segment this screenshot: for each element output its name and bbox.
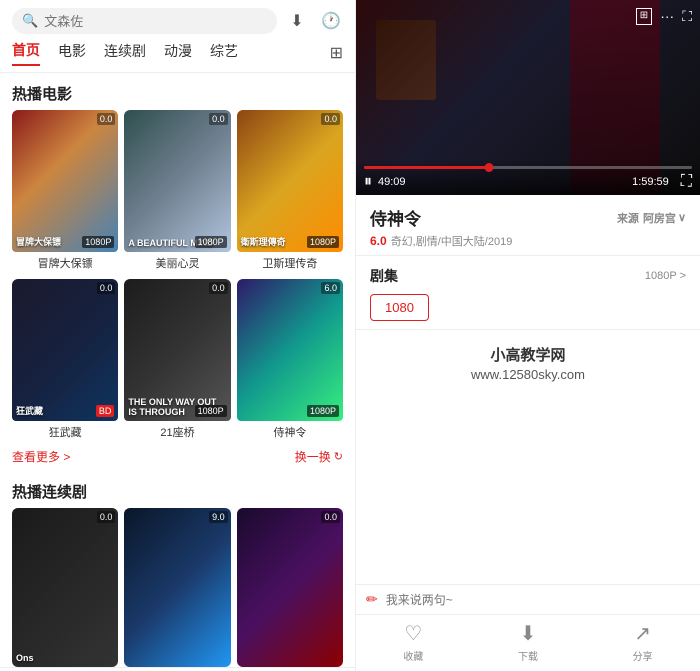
watermark-title: 小高教学网 — [370, 344, 686, 365]
search-magnifier-icon: 🔍 — [22, 13, 38, 29]
more-icon[interactable]: ··· — [660, 8, 674, 25]
tab-home[interactable]: 首页 — [12, 40, 40, 66]
episodes-label: 剧集 — [370, 266, 398, 286]
hot-series-title: 热播连续剧 — [0, 471, 355, 508]
movie-title-5: 21座桥 — [124, 421, 230, 442]
control-row: ⏸ 49:09 1:59:59 ⛶ — [364, 173, 692, 191]
share-label: 分享 — [633, 648, 653, 663]
action-row: 查看更多 > 换一换 ↻ — [0, 442, 355, 471]
search-input[interactable]: 文森佐 — [44, 14, 267, 29]
search-input-wrap[interactable]: 🔍 文森佐 — [12, 8, 277, 34]
episodes-section: 剧集 1080P > 1080 — [356, 256, 700, 330]
download-action[interactable]: ⬇ 下载 — [518, 621, 538, 663]
episodes-quality[interactable]: 1080P > — [645, 270, 686, 282]
movie-badge-1: 1080P — [82, 236, 114, 248]
movie-main-title: 侍神令 — [370, 205, 421, 230]
series-overlay-1: Ons — [16, 653, 114, 663]
fullscreen-icon[interactable]: ⛶ — [682, 8, 692, 25]
rating-score: 6.0 — [370, 234, 387, 248]
movie-title-2: 美丽心灵 — [124, 252, 230, 273]
series-card-3[interactable]: 0.0 — [237, 508, 343, 668]
replace-text: 换一换 — [295, 448, 331, 465]
series-score-2: 9.0 — [209, 511, 228, 523]
video-player[interactable]: ⊞ ··· ⛶ ⏸ 49:09 1:59:59 ⛶ — [356, 0, 700, 195]
episodes-header: 剧集 1080P > — [370, 266, 686, 286]
player-top-icons: ⊞ ··· ⛶ — [636, 8, 692, 25]
movie-badge-3: 1080P — [307, 236, 339, 248]
source-row: 来源 阿房宫 ∨ — [617, 210, 686, 226]
movie-card-5[interactable]: 0.0 THE ONLY WAY OUT IS THROUGH 1080P 21… — [124, 279, 230, 442]
movie-badge-2: 1080P — [195, 236, 227, 248]
movie-title-3: 卫斯理传奇 — [237, 252, 343, 273]
movies-grid: 0.0 冒牌大保镖 1080P 冒牌大保镖 0.0 A BEAUTIFUL MI… — [0, 110, 355, 442]
favorite-label: 收藏 — [403, 648, 423, 663]
total-time: 1:59:59 — [632, 176, 669, 188]
replace-link[interactable]: 换一换 ↻ — [295, 448, 343, 465]
search-icons: ⬇ 🕐 — [285, 9, 343, 33]
favorite-action[interactable]: ♡ 收藏 — [403, 621, 423, 663]
progress-fill — [364, 166, 489, 169]
left-panel: 🔍 文森佐 ⬇ 🕐 首页 电影 连续剧 动漫 综艺 ⊞ 热播电影 0.0 冒牌大… — [0, 0, 355, 671]
tab-variety[interactable]: 综艺 — [210, 41, 238, 65]
share-action[interactable]: ↗ 分享 — [633, 621, 653, 663]
tab-anime[interactable]: 动漫 — [164, 41, 192, 65]
screenshot-icon[interactable]: ⊞ — [636, 8, 652, 25]
source-user[interactable]: 阿房宫 ∨ — [643, 210, 686, 226]
movie-card-1[interactable]: 0.0 冒牌大保镖 1080P 冒牌大保镖 — [12, 110, 118, 273]
movie-title-6: 侍神令 — [237, 421, 343, 442]
view-more-link[interactable]: 查看更多 > — [12, 448, 70, 465]
movie-card-2[interactable]: 0.0 A BEAUTIFUL MIND 1080P 美丽心灵 — [124, 110, 230, 273]
nav-tabs: 首页 电影 连续剧 动漫 综艺 ⊞ — [0, 40, 355, 73]
heart-icon: ♡ — [404, 621, 422, 646]
refresh-icon: ↻ — [334, 450, 343, 463]
chevron-down-icon: ∨ — [678, 211, 686, 224]
progress-bar[interactable] — [364, 166, 692, 169]
comment-input[interactable] — [386, 593, 690, 607]
series-card-2[interactable]: 9.0 — [124, 508, 230, 668]
comment-row: ✏ — [356, 584, 700, 614]
grid-layout-icon[interactable]: ⊞ — [330, 43, 343, 63]
play-pause-button[interactable]: ⏸ — [364, 173, 372, 191]
pencil-icon: ✏ — [366, 591, 378, 608]
rating-tags: 奇幻,剧情/中国大陆/2019 — [391, 233, 513, 249]
download-icon[interactable]: ⬇ — [285, 9, 309, 33]
watermark: 小高教学网 www.12580sky.com — [356, 330, 700, 388]
movie-info: 侍神令 来源 阿房宫 ∨ 6.0 奇幻,剧情/中国大陆/2019 — [356, 195, 700, 256]
share-icon: ↗ — [634, 621, 651, 646]
source-user-name: 阿房宫 — [643, 210, 676, 226]
video-controls: ⏸ 49:09 1:59:59 ⛶ — [356, 160, 700, 195]
tab-movies[interactable]: 电影 — [58, 41, 86, 65]
series-card-1[interactable]: 0.0 Ons — [12, 508, 118, 668]
search-bar: 🔍 文森佐 ⬇ 🕐 — [0, 0, 355, 40]
download-action-icon: ⬇ — [520, 621, 537, 646]
movie-card-4[interactable]: 0.0 狂武藏 BD 狂武藏 — [12, 279, 118, 442]
movie-badge-4: BD — [96, 405, 115, 417]
source-label: 来源 — [617, 210, 639, 226]
movie-score-6: 6.0 — [321, 282, 340, 294]
movie-card-6[interactable]: 6.0 1080P 侍神令 — [237, 279, 343, 442]
current-time: 49:09 — [378, 176, 406, 188]
movie-card-3[interactable]: 0.0 衛斯理傳奇 1080P 卫斯理传奇 — [237, 110, 343, 273]
movie-badge-6: 1080P — [307, 405, 339, 417]
view-more-text: 查看更多 > — [12, 448, 70, 465]
watermark-url: www.12580sky.com — [370, 367, 686, 382]
episode-1080-button[interactable]: 1080 — [370, 294, 429, 321]
download-label: 下载 — [518, 648, 538, 663]
movie-rating-row: 6.0 奇幻,剧情/中国大陆/2019 — [370, 233, 686, 249]
progress-dot — [484, 163, 493, 172]
movie-title-1: 冒牌大保镖 — [12, 252, 118, 273]
series-grid: 0.0 Ons 9.0 0.0 — [0, 508, 355, 668]
series-score-3: 0.0 — [321, 511, 340, 523]
bottom-nav: 🏠 首页 ⊞ 分类 ◎ 发现 📋 任务 👤 我的 — [0, 667, 355, 671]
fullscreen-button[interactable]: ⛶ — [681, 173, 692, 191]
right-bottom-actions: ♡ 收藏 ⬇ 下载 ↗ 分享 — [356, 614, 700, 671]
right-panel: ⊞ ··· ⛶ ⏸ 49:09 1:59:59 ⛶ 侍神令 — [355, 0, 700, 671]
movie-info-title-row: 侍神令 来源 阿房宫 ∨ — [370, 205, 686, 230]
history-icon[interactable]: 🕐 — [319, 9, 343, 33]
movie-title-4: 狂武藏 — [12, 421, 118, 442]
movie-badge-5: 1080P — [195, 405, 227, 417]
hot-movies-title: 热播电影 — [0, 73, 355, 110]
tab-series[interactable]: 连续剧 — [104, 41, 146, 65]
